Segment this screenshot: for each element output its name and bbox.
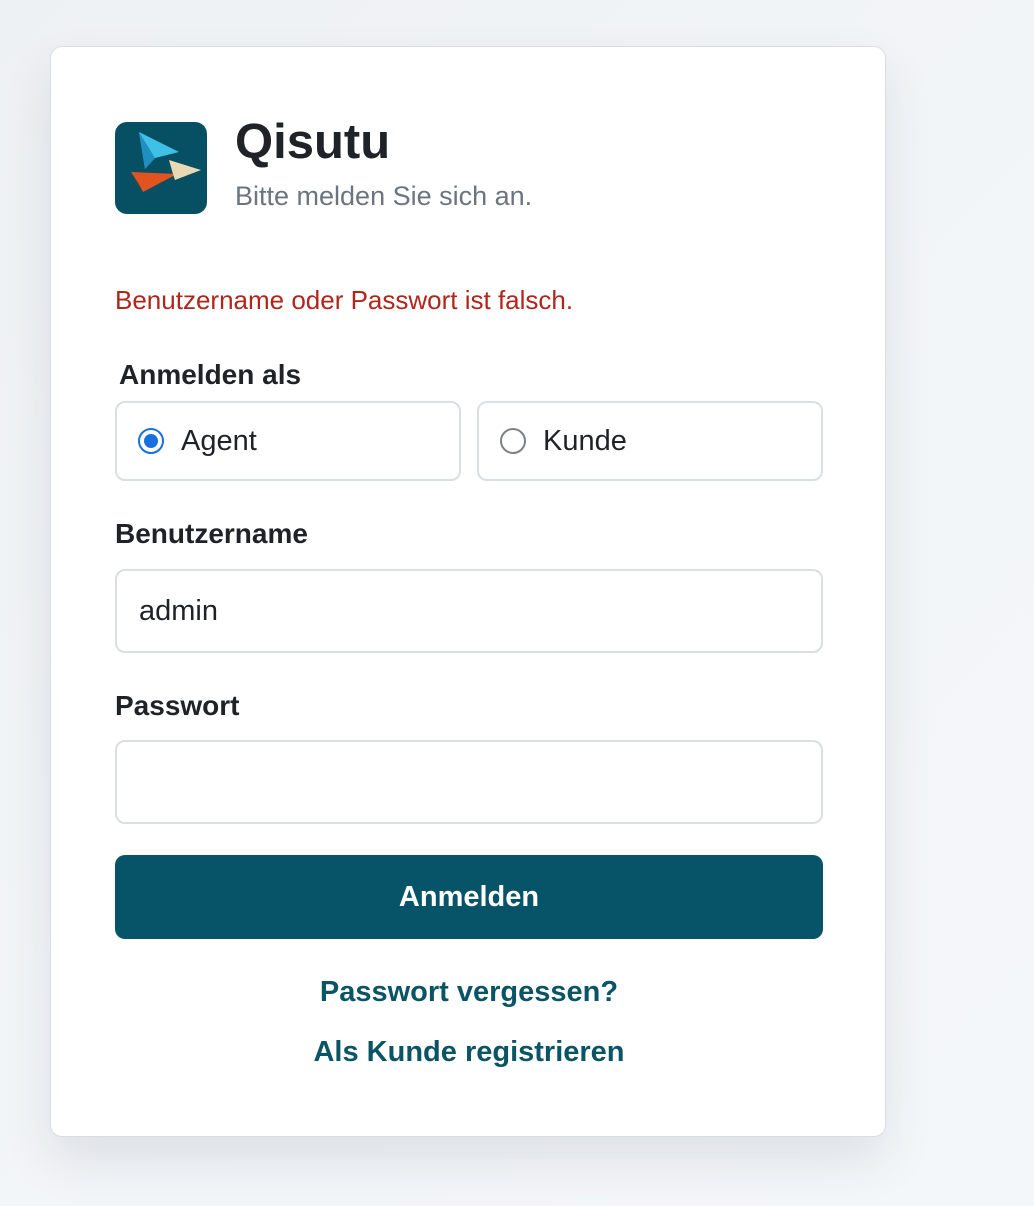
forgot-password-link[interactable]: Passwort vergessen?: [115, 976, 823, 1009]
radio-option-kunde[interactable]: Kunde: [477, 401, 823, 481]
login-as-label: Anmelden als: [119, 359, 302, 390]
username-input[interactable]: [115, 569, 823, 653]
radio-option-agent[interactable]: Agent: [115, 401, 461, 481]
app-subtitle: Bitte melden Sie sich an.: [235, 181, 533, 211]
paper-plane-arrows-icon: [131, 132, 201, 192]
error-message: Benutzername oder Passwort ist falsch.: [115, 285, 574, 315]
login-card: Qisutu Bitte melden Sie sich an. Benutze…: [50, 46, 886, 1137]
radio-checked-icon[interactable]: [138, 428, 164, 454]
radio-unchecked-icon[interactable]: [500, 428, 526, 454]
app-title: Qisutu: [235, 115, 391, 169]
login-button[interactable]: Anmelden: [115, 855, 823, 939]
brand-header: Qisutu Bitte melden Sie sich an.: [115, 118, 533, 214]
radio-label-kunde: Kunde: [543, 424, 627, 457]
register-customer-link[interactable]: Als Kunde registrieren: [115, 1036, 823, 1069]
radio-label-agent: Agent: [181, 424, 257, 457]
password-label: Passwort: [115, 690, 240, 721]
username-label: Benutzername: [115, 518, 308, 549]
app-logo-icon: [115, 122, 207, 214]
password-input[interactable]: [115, 740, 823, 824]
